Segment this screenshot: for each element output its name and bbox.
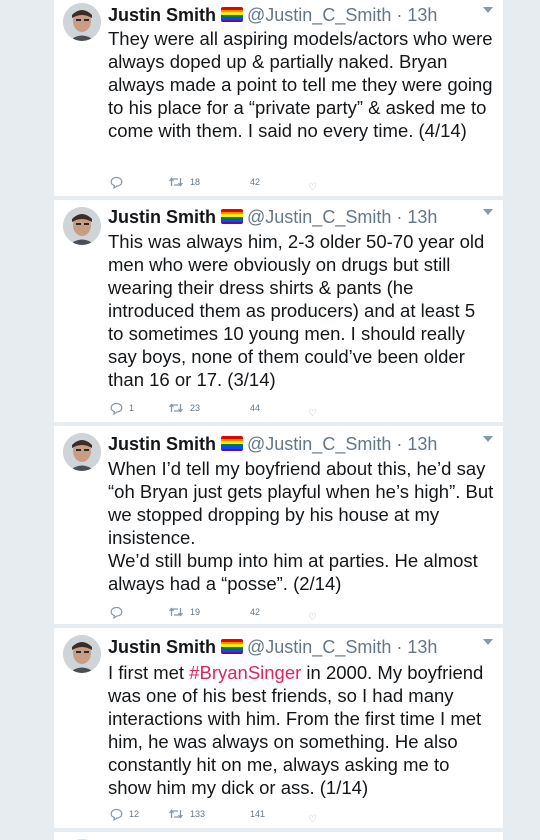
tweet-paragraph: When I’d tell my boyfriend about this, h… [108,458,494,548]
handle[interactable]: @Justin_C_Smith [247,637,391,657]
timestamp[interactable]: 13h [407,207,437,227]
reply-count: 1 [129,403,135,413]
tweet-thread: Justin Smith @Justin_C_Smith · 13h They w… [0,0,540,840]
tweet-card[interactable]: Justin Smith @Justin_C_Smith · 13h This w… [53,199,504,423]
like-button[interactable]: 42 [250,174,260,190]
retweet-button[interactable]: 19 [168,604,200,620]
reply-count: 12 [129,809,140,819]
retweet-icon [168,607,184,617]
tweet-header: Justin Smith @Justin_C_Smith · 13h [108,636,473,658]
chevron-down-icon[interactable] [483,436,493,442]
display-name[interactable]: Justin Smith [108,637,216,657]
tweet-text-segment: I first met [108,662,190,683]
tweet-text: When I’d tell my boyfriend about this, h… [108,457,495,595]
avatar[interactable] [63,433,101,471]
avatar[interactable] [63,207,101,245]
retweet-icon [168,177,184,187]
tweet-actions: 1 23 44 ♡ [110,400,503,419]
reply-icon [110,606,123,619]
tweet-actions: 12 133 141 ♡ [110,806,503,825]
like-button[interactable]: 42 [250,604,260,620]
rainbow-flag-icon [221,639,244,654]
rainbow-flag-icon [221,436,244,451]
handle[interactable]: @Justin_C_Smith [247,434,391,454]
heart-icon[interactable]: ♡ [308,815,317,825]
separator: · [396,434,403,454]
handle[interactable]: @Justin_C_Smith [247,5,391,25]
tweet-paragraph: This was always him, 2-3 older 50-70 yea… [108,231,485,390]
retweet-icon [168,809,184,819]
tweet-paragraph: I first met #BryanSinger in 2000. My boy… [108,661,495,799]
handle[interactable]: @Justin_C_Smith [247,207,391,227]
retweet-button[interactable]: 23 [168,400,200,416]
timestamp[interactable]: 13h [407,434,437,454]
retweet-count: 133 [190,809,206,819]
separator: · [396,637,403,657]
heart-icon[interactable]: ♡ [308,409,317,419]
tweet-header: Justin Smith @Justin_C_Smith · 13h [108,433,473,455]
retweet-button[interactable]: 133 [168,806,205,822]
reply-icon [110,176,123,189]
separator: · [396,207,403,227]
separator: · [396,5,403,25]
retweet-button[interactable]: 18 [168,174,200,190]
tweet-text: They were all aspiring models/actors who… [108,27,495,142]
tweet-card[interactable]: Justin Smith @Justin_C_Smith · 13h They w… [53,0,504,197]
rainbow-flag-icon [221,7,244,22]
chevron-down-icon[interactable] [483,639,493,645]
like-count: 42 [250,177,261,187]
tweet-paragraph: They were all aspiring models/actors who… [108,28,493,141]
reply-button[interactable]: 1 [110,400,134,416]
retweet-icon [168,403,184,413]
reply-icon [110,402,123,415]
avatar[interactable] [63,635,101,673]
tweet-header: Justin Smith @Justin_C_Smith · 13h [108,206,473,228]
tweet-paragraph: We’d still bump into him at parties. He … [108,550,478,594]
heart-icon[interactable]: ♡ [308,613,317,623]
tweet-actions: 18 42 ♡ [110,174,503,193]
retweet-count: 19 [190,607,201,617]
rainbow-flag-icon [221,209,244,224]
timestamp[interactable]: 13h [407,5,437,25]
like-count: 42 [250,607,261,617]
chevron-down-icon[interactable] [483,7,493,13]
heart-icon[interactable]: ♡ [308,183,317,193]
retweet-count: 23 [190,403,201,413]
tweet-header: Justin Smith @Justin_C_Smith · 13h [108,4,473,26]
like-button[interactable]: 141 [250,806,265,822]
like-button[interactable]: 44 [250,400,260,416]
tweet-card[interactable]: Justin Smith @Justin_C_Smith · 13h I firs… [53,627,504,829]
reply-button[interactable] [110,174,129,190]
reply-button[interactable] [110,604,129,620]
display-name[interactable]: Justin Smith [108,207,216,227]
like-count: 44 [250,403,261,413]
tweet-card[interactable]: Justin Smith @Justin_C_Smith · 13h When I… [53,425,504,625]
reply-icon [110,808,123,821]
tweet-card[interactable] [53,831,504,840]
tweet-text: I first met #BryanSinger in 2000. My boy… [108,661,495,799]
retweet-count: 18 [190,177,201,187]
display-name[interactable]: Justin Smith [108,5,216,25]
chevron-down-icon[interactable] [483,209,493,215]
timestamp[interactable]: 13h [407,637,437,657]
tweet-text: This was always him, 2-3 older 50-70 yea… [108,230,495,391]
tweet-actions: 19 42 ♡ [110,604,503,623]
avatar[interactable] [63,3,101,41]
reply-button[interactable]: 12 [110,806,139,822]
display-name[interactable]: Justin Smith [108,434,216,454]
like-count: 141 [250,809,266,819]
hashtag-link[interactable]: #BryanSinger [189,662,301,683]
